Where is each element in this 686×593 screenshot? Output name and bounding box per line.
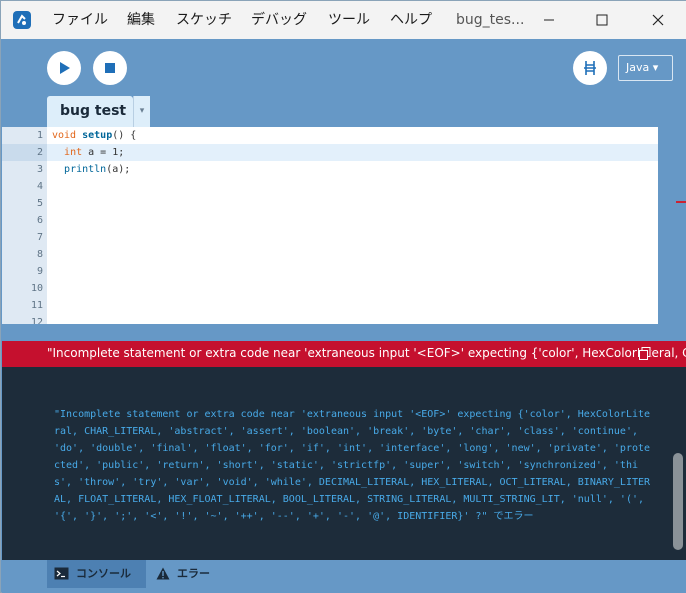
code-text: () { bbox=[112, 130, 137, 141]
stop-icon bbox=[105, 63, 115, 73]
line-number: 3 bbox=[36, 164, 43, 175]
editor-scroll-area[interactable] bbox=[658, 127, 686, 324]
tab-errors-label: エラー bbox=[177, 567, 210, 580]
code-text: (a); bbox=[106, 164, 131, 175]
line-number: 7 bbox=[36, 232, 43, 243]
warning-icon bbox=[156, 567, 170, 580]
code-editor[interactable]: void setup() { int a = 1; println(a); bbox=[47, 127, 658, 324]
line-numbers: 1 2 3 4 5 6 7 8 9 10 11 12 bbox=[2, 127, 47, 324]
code-keyword: int bbox=[64, 147, 83, 158]
stop-button[interactable] bbox=[93, 51, 127, 85]
tab-console[interactable]: コンソール bbox=[47, 560, 146, 588]
processing-window: ファイル 編集 スケッチ デバッグ ツール ヘルプ bug_tes... Jav… bbox=[0, 0, 686, 593]
line-number: 12 bbox=[30, 317, 43, 324]
line-number: 2 bbox=[36, 147, 43, 158]
menu-debug[interactable]: デバッグ bbox=[251, 1, 307, 39]
line-number: 10 bbox=[30, 283, 43, 294]
line-number: 4 bbox=[36, 181, 43, 192]
menu-edit[interactable]: 編集 bbox=[127, 1, 155, 39]
console-output: "Incomplete statement or extra code near… bbox=[54, 409, 651, 522]
menu-help[interactable]: ヘルプ bbox=[390, 1, 432, 39]
console-scrollbar[interactable] bbox=[673, 453, 683, 550]
line-number: 8 bbox=[36, 249, 43, 260]
current-line-highlight bbox=[47, 144, 658, 161]
console-panel[interactable]: "Incomplete statement or extra code near… bbox=[2, 367, 686, 560]
window-title: bug_tes... bbox=[456, 12, 525, 28]
code-line: println(a); bbox=[52, 161, 130, 178]
minimize-button[interactable] bbox=[526, 1, 572, 39]
menu-sketch[interactable]: スケッチ bbox=[176, 1, 232, 39]
code-function-name: setup bbox=[82, 130, 113, 141]
terminal-icon bbox=[54, 567, 69, 580]
line-number: 5 bbox=[36, 198, 43, 209]
tab-label: bug test bbox=[60, 103, 127, 119]
line-number: 9 bbox=[36, 266, 43, 277]
pane-splitter[interactable] bbox=[2, 324, 686, 341]
run-button[interactable] bbox=[47, 51, 81, 85]
debugger-icon bbox=[584, 61, 596, 75]
copy-icon[interactable] bbox=[639, 347, 651, 360]
processing-logo-icon bbox=[13, 11, 31, 29]
menu-tools[interactable]: ツール bbox=[328, 1, 370, 39]
code-text: a = 1; bbox=[82, 147, 125, 158]
error-message: "Incomplete statement or extra code near… bbox=[47, 346, 686, 360]
line-number: 6 bbox=[36, 215, 43, 226]
mode-select[interactable]: Java ▾ bbox=[618, 55, 673, 81]
menu-bar: ファイル 編集 スケッチ デバッグ ツール ヘルプ bug_tes... bbox=[1, 1, 686, 39]
debug-button[interactable] bbox=[573, 51, 607, 85]
error-status-bar: "Incomplete statement or extra code near… bbox=[2, 341, 686, 367]
close-icon bbox=[652, 14, 664, 26]
tab-menu-button[interactable]: ▾ bbox=[133, 96, 150, 127]
menu-file[interactable]: ファイル bbox=[52, 1, 108, 39]
code-keyword: void bbox=[52, 130, 77, 141]
close-window-button[interactable] bbox=[635, 1, 681, 39]
tab-errors[interactable]: エラー bbox=[154, 560, 224, 588]
code-function-call: println bbox=[64, 164, 107, 175]
minimize-icon bbox=[544, 19, 554, 21]
code-line: void setup() { bbox=[52, 127, 136, 144]
maximize-icon bbox=[596, 14, 608, 26]
tab-console-label: コンソール bbox=[76, 567, 131, 580]
error-marker bbox=[676, 201, 686, 203]
tab-sketch[interactable]: bug test bbox=[47, 96, 133, 127]
line-number: 11 bbox=[30, 300, 43, 311]
code-line: int a = 1; bbox=[52, 144, 124, 161]
line-number: 1 bbox=[36, 130, 43, 141]
maximize-button[interactable] bbox=[579, 1, 625, 39]
play-icon bbox=[60, 62, 70, 74]
